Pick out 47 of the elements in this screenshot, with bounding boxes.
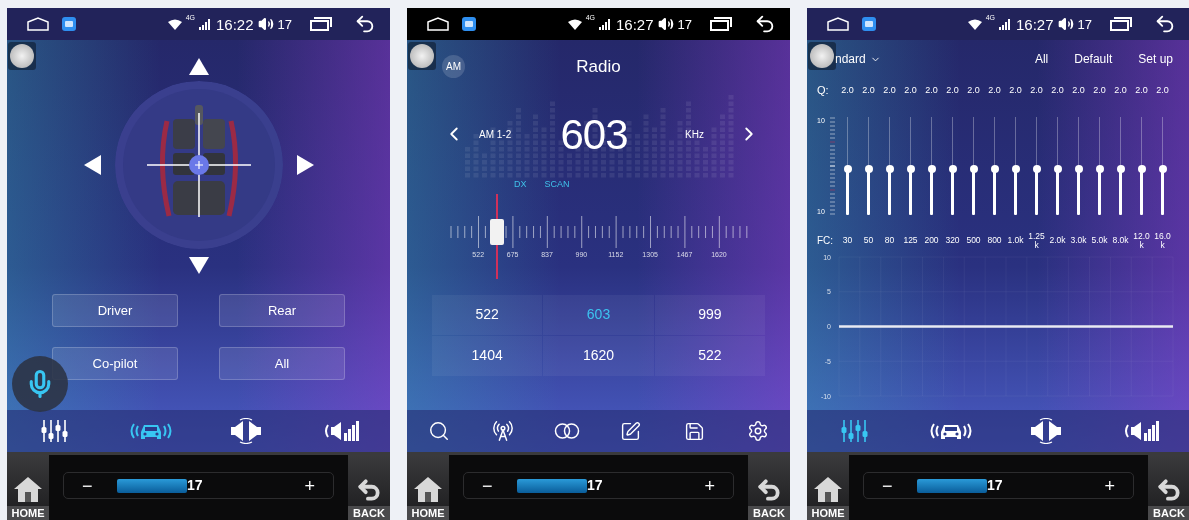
q-value: 2.0 <box>861 83 876 97</box>
q-value: 2.0 <box>1092 83 1107 97</box>
q-value: 2.0 <box>1029 83 1044 97</box>
volume-value: 17 <box>187 476 203 495</box>
band-frequency: 8.0k <box>1111 236 1130 245</box>
band-frequency: 12.0 k <box>1132 231 1151 250</box>
band-frequency: 125 <box>902 236 919 245</box>
q-value: 2.0 <box>1071 83 1086 97</box>
volume-level: 17 <box>1077 17 1092 31</box>
clock-time: 16:22 <box>216 16 254 32</box>
q-value: 2.0 <box>1134 83 1149 97</box>
q-value: 2.0 <box>840 83 855 97</box>
q-value: 2.0 <box>987 83 1002 97</box>
q-value: 2.0 <box>882 83 897 97</box>
fc-label: FC: <box>817 234 835 248</box>
band-frequency: 16.0 k <box>1153 231 1172 250</box>
band-frequency: 320 <box>944 236 961 245</box>
unit-label: KHz <box>685 127 704 142</box>
q-value: 2.0 <box>1050 83 1065 97</box>
q-value: 2.0 <box>1155 83 1170 97</box>
q-value: 2.0 <box>1113 83 1128 97</box>
band-frequency: 1.25 k <box>1027 231 1046 250</box>
band-frequency: 30 <box>841 236 854 245</box>
band-frequency: 5.0k <box>1090 236 1109 245</box>
q-label: Q: <box>817 83 830 98</box>
band-frequency: 80 <box>883 236 896 245</box>
band-frequency: 2.0k <box>1048 236 1067 245</box>
clock-time: 16:27 <box>1016 16 1054 32</box>
band-frequency: 800 <box>986 236 1003 245</box>
q-value: 2.0 <box>945 83 960 97</box>
band-label: AM 1-2 <box>479 127 513 142</box>
q-value: 2.0 <box>924 83 939 97</box>
frequency-display: 603 <box>559 109 629 160</box>
volume-level: 17 <box>677 17 692 31</box>
band-frequency: 500 <box>965 236 982 245</box>
band-frequency: 1.0k <box>1006 236 1025 245</box>
q-value: 2.0 <box>1008 83 1023 97</box>
q-value: 2.0 <box>966 83 981 97</box>
volume-value: 17 <box>587 476 603 495</box>
band-frequency: 50 <box>862 236 875 245</box>
volume-value: 17 <box>987 476 1003 495</box>
band-frequency: 3.0k <box>1069 236 1088 245</box>
volume-level: 17 <box>277 17 292 31</box>
clock-time: 16:27 <box>616 16 654 32</box>
screen-title: Radio <box>576 55 621 78</box>
q-value: 2.0 <box>903 83 918 97</box>
band-frequency: 200 <box>923 236 940 245</box>
